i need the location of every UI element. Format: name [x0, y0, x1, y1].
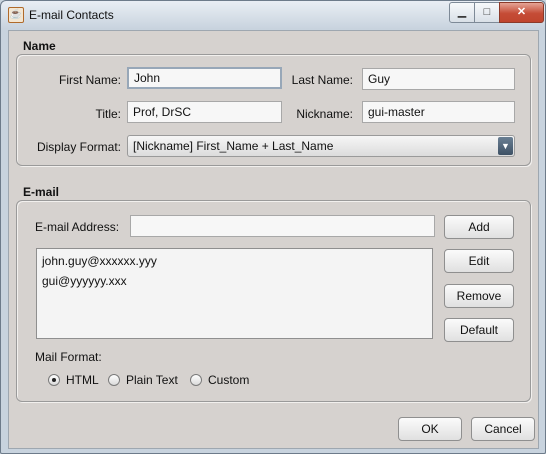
maximize-button[interactable]: □	[474, 2, 500, 23]
email-section-title: E-mail	[23, 185, 60, 199]
remove-button[interactable]: Remove	[444, 284, 514, 308]
display-format-value: [Nickname] First_Name + Last_Name	[133, 139, 334, 153]
radio-plain-text[interactable]: Plain Text	[108, 373, 178, 387]
add-button[interactable]: Add	[444, 215, 514, 239]
window-title: E-mail Contacts	[29, 8, 114, 22]
email-address-label: E-mail Address:	[35, 220, 120, 234]
radio-html[interactable]: HTML	[48, 373, 99, 387]
radio-unselected-icon[interactable]	[190, 374, 202, 386]
list-item[interactable]: gui@yyyyyy.xxx	[37, 271, 432, 291]
radio-custom[interactable]: Custom	[190, 373, 249, 387]
mail-format-label: Mail Format:	[35, 350, 102, 364]
list-item[interactable]: john.guy@xxxxxx.yyy	[37, 251, 432, 271]
dialog-content: Name First Name: Last Name: Title: Nickn…	[8, 30, 539, 449]
nickname-label: Nickname:	[296, 107, 353, 121]
ok-button[interactable]: OK	[398, 417, 462, 441]
default-button[interactable]: Default	[444, 318, 514, 342]
display-format-label: Display Format:	[36, 140, 121, 154]
first-name-label: First Name:	[58, 73, 121, 87]
name-section-title: Name	[23, 39, 56, 53]
email-address-field[interactable]	[130, 215, 435, 237]
last-name-field[interactable]	[362, 68, 515, 90]
dialog-window: ☕ E-mail Contacts ▁ □ ✕ Name First Name:…	[0, 0, 546, 454]
radio-custom-label: Custom	[208, 373, 250, 387]
first-name-field[interactable]	[127, 67, 282, 89]
radio-selected-icon[interactable]	[48, 374, 60, 386]
edit-button[interactable]: Edit	[444, 249, 514, 273]
email-list[interactable]: john.guy@xxxxxx.yyy gui@yyyyyy.xxx	[36, 248, 433, 339]
nickname-field[interactable]	[362, 101, 515, 123]
chevron-down-icon[interactable]: ▼	[498, 137, 513, 155]
minimize-button[interactable]: ▁	[449, 2, 475, 23]
radio-plain-text-label: Plain Text	[126, 373, 178, 387]
close-button[interactable]: ✕	[499, 2, 544, 23]
last-name-label: Last Name:	[291, 73, 353, 87]
radio-unselected-icon[interactable]	[108, 374, 120, 386]
display-format-select[interactable]: [Nickname] First_Name + Last_Name ▼	[127, 135, 515, 157]
cancel-button[interactable]: Cancel	[471, 417, 535, 441]
title-field[interactable]	[127, 101, 282, 123]
title-label: Title:	[95, 107, 121, 121]
java-cup-icon: ☕	[8, 7, 24, 23]
title-bar[interactable]: ☕ E-mail Contacts ▁ □ ✕	[1, 1, 545, 29]
radio-html-label: HTML	[66, 373, 99, 387]
